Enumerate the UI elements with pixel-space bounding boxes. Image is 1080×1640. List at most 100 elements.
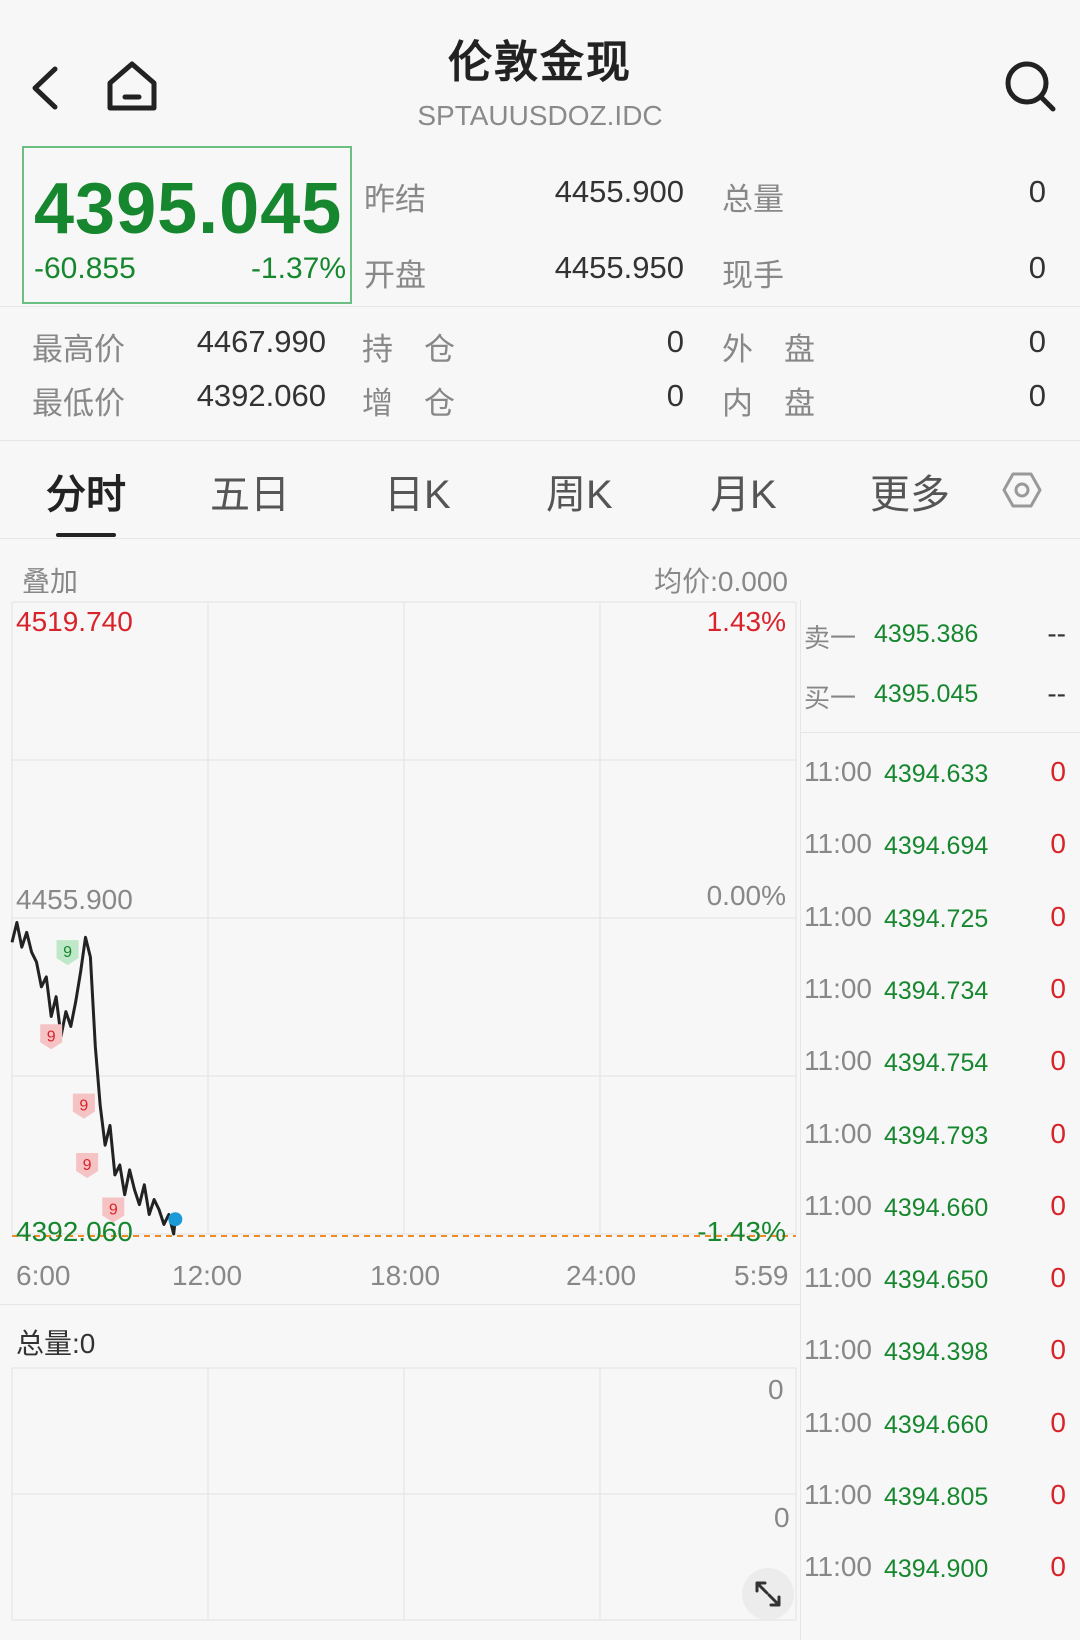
tick-time: 11:00 [804, 1334, 872, 1366]
tick-price: 4394.734 [884, 976, 989, 1005]
time-tick: 12:00 [172, 1260, 243, 1291]
vol-axis-mid: 0 [774, 1502, 790, 1533]
divider [0, 306, 1080, 307]
tick-row: 11:00 4394.754 0 [800, 1029, 1080, 1079]
time-tick: 18:00 [370, 1260, 441, 1291]
tick-time: 11:00 [804, 1406, 872, 1438]
orderbook-side: 买一 [804, 683, 857, 713]
inner-label: 内 盘 [722, 386, 815, 421]
current-label: 现手 [722, 258, 784, 293]
high-label: 最高价 [32, 332, 125, 367]
current-value: 0 [1028, 250, 1046, 285]
vol-axis-top: 0 [768, 1374, 784, 1405]
oi-chg-label: 增 仓 [362, 386, 455, 421]
order-book: 卖一 4395.386 -- 买一 4395.045 -- [800, 600, 1080, 732]
svg-text:9: 9 [47, 1028, 56, 1045]
time-tick: 5:59 [734, 1260, 789, 1291]
divider [0, 538, 1080, 539]
svg-text:9: 9 [79, 1098, 88, 1115]
orderbook-price: 4395.045 [874, 680, 979, 708]
tab-monthly-k[interactable]: 月K [710, 462, 777, 520]
min-pct-label: -1.43% [697, 1216, 786, 1247]
tab-five-day[interactable]: 五日 [210, 462, 290, 520]
tick-price: 4394.650 [884, 1266, 989, 1295]
tick-row: 11:00 4394.633 0 [800, 740, 1080, 790]
expand-icon [755, 1581, 781, 1607]
divider [800, 732, 1080, 733]
tick-time: 11:00 [804, 900, 872, 932]
tab-intraday[interactable]: 分时 [46, 462, 126, 520]
tick-time: 11:00 [804, 1189, 872, 1221]
prev-settle-value: 4455.900 [554, 174, 684, 209]
outer-value: 0 [1028, 324, 1046, 359]
oi-chg-value: 0 [666, 378, 684, 413]
tick-volume: 0 [1050, 1117, 1066, 1149]
min-price-label: 4392.060 [16, 1216, 133, 1247]
divider [0, 440, 1080, 441]
tick-price: 4394.660 [884, 1193, 989, 1222]
tick-time: 11:00 [804, 828, 872, 860]
tick-volume: 0 [1050, 1262, 1066, 1294]
settings-hexagon-icon [1002, 472, 1042, 508]
tick-price: 4394.725 [884, 904, 989, 933]
price-change-pct: -1.37% [250, 252, 346, 285]
time-tick: 24:00 [566, 1260, 637, 1291]
tick-price: 4394.660 [884, 1410, 989, 1439]
signal-markers: 99999 [40, 940, 125, 1223]
tick-row: 11:00 4394.694 0 [800, 812, 1080, 862]
tick-volume: 0 [1050, 1551, 1066, 1583]
tick-time: 11:00 [804, 1262, 872, 1294]
search-button[interactable] [1000, 56, 1060, 116]
oi-value: 0 [666, 324, 684, 359]
tab-more[interactable]: 更多 [870, 462, 950, 520]
tick-row: 11:00 4394.650 0 [800, 1246, 1080, 1296]
tick-row: 11:00 4394.805 0 [800, 1463, 1080, 1513]
price-chart[interactable]: 99999 [0, 600, 800, 1280]
tick-price: 4394.754 [884, 1049, 989, 1078]
inner-value: 0 [1028, 378, 1046, 413]
tick-list[interactable]: 11:00 4394.633 0 11:00 4394.694 0 11:00 43… [800, 740, 1080, 1640]
tick-row: 11:00 4394.660 0 [800, 1174, 1080, 1224]
volume-value: 0 [1028, 174, 1046, 209]
open-label: 开盘 [364, 258, 426, 293]
page-title: 伦敦金现 [448, 38, 632, 87]
tick-volume: 0 [1050, 1406, 1066, 1438]
tick-volume: 0 [1050, 972, 1066, 1004]
tick-volume: 0 [1050, 1045, 1066, 1077]
ref-pct-label: 0.00% [706, 880, 786, 911]
tick-price: 4394.805 [884, 1483, 989, 1511]
tick-volume: 0 [1050, 1189, 1066, 1221]
buy-signal-marker: 9 [40, 1024, 63, 1050]
ref-price-label: 4455.900 [16, 884, 133, 915]
tick-volume: 0 [1050, 1334, 1066, 1366]
tick-volume: 0 [1050, 1479, 1066, 1510]
orderbook-row: 卖一 4395.386 -- [800, 614, 1080, 654]
volume-total: 总量:0 [16, 1328, 96, 1359]
orderbook-row: 买一 4395.045 -- [800, 674, 1080, 714]
orderbook-side: 卖一 [804, 623, 857, 653]
orderbook-price: 4395.386 [874, 620, 979, 648]
tick-time: 11:00 [804, 756, 872, 787]
tick-row: 11:00 4394.398 0 [800, 1318, 1080, 1368]
prev-settle-label: 昨结 [364, 182, 426, 217]
orderbook-volume: -- [1047, 618, 1066, 649]
tab-daily-k[interactable]: 日K [384, 462, 451, 520]
tab-weekly-k[interactable]: 周K [546, 462, 613, 520]
low-label: 最低价 [32, 386, 125, 421]
tick-row: 11:00 4394.793 0 [800, 1102, 1080, 1152]
divider [0, 1304, 800, 1305]
tick-volume: 0 [1050, 900, 1066, 932]
tick-price: 4394.900 [884, 1555, 989, 1584]
overlay-button[interactable]: 叠加 [22, 560, 78, 600]
chart-settings-button[interactable] [1002, 470, 1042, 515]
price-change: -60.855 [34, 252, 136, 285]
tick-row: 11:00 4394.660 0 [800, 1391, 1080, 1441]
tick-volume: 0 [1050, 756, 1066, 787]
tick-price: 4394.633 [884, 760, 989, 788]
time-tick: 6:00 [16, 1260, 71, 1291]
low-value: 4392.060 [196, 378, 326, 413]
tick-row: 11:00 4394.900 0 [800, 1535, 1080, 1585]
tab-underline [56, 533, 116, 537]
fullscreen-button[interactable] [742, 1568, 794, 1620]
instrument-code: SPTAUUSDOZ.IDC [417, 100, 663, 131]
